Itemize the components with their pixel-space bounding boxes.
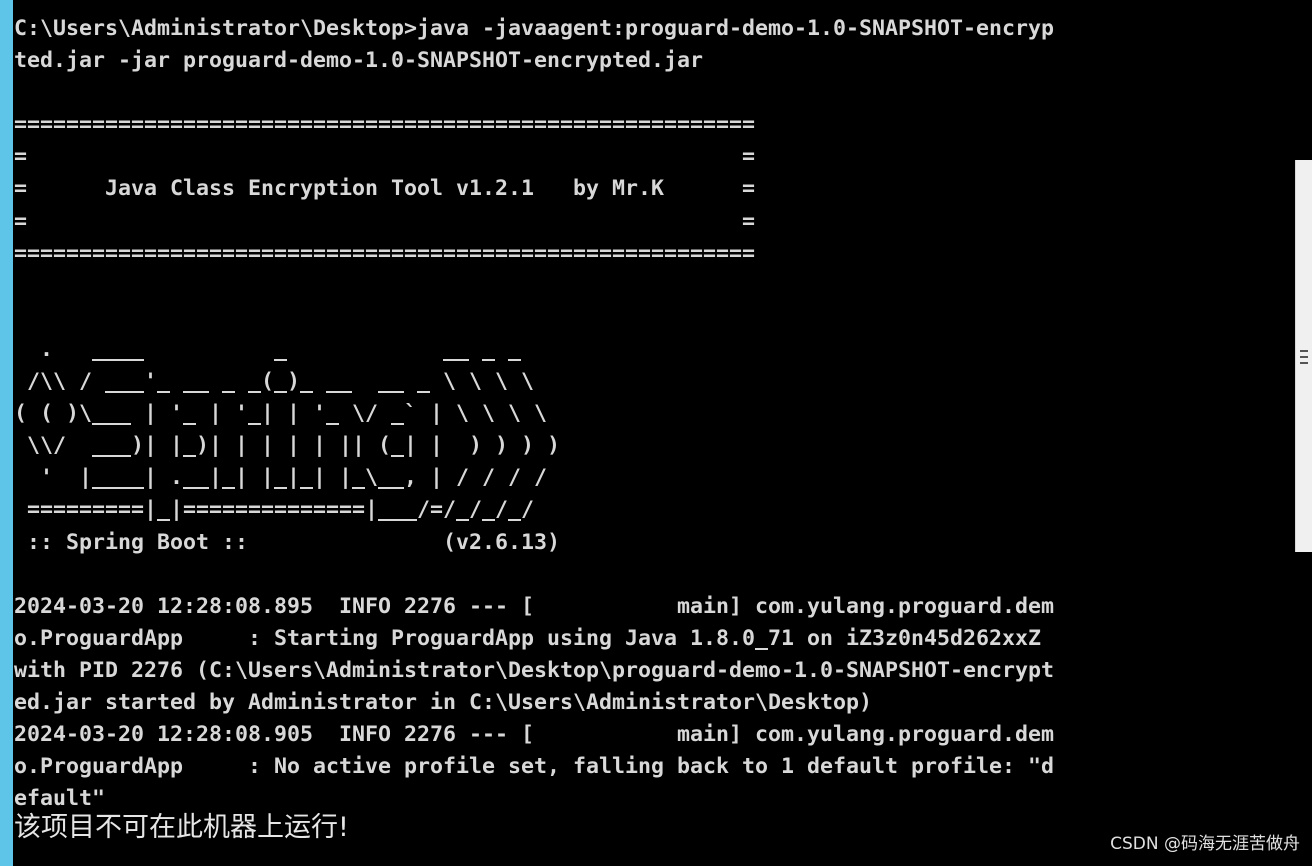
scrollbar-grip-icon[interactable] xyxy=(1300,350,1308,364)
spring-ascii-art: \\/ ___)| |_)| | | | | || (_| | ) ) ) ) xyxy=(14,433,561,459)
banner-border: = = xyxy=(14,208,756,234)
banner-border: ========================================… xyxy=(14,112,756,138)
spring-ascii-art: =========|_|==============|___/=/_/_/_/ xyxy=(14,497,535,523)
banner-border: ========================================… xyxy=(14,240,756,266)
console-output: C:\Users\Administrator\Desktop>java -jav… xyxy=(14,13,1292,815)
spring-ascii-art: /\\ / ___'_ __ _ _(_)_ __ __ _ \ \ \ \ xyxy=(14,369,535,395)
csdn-watermark: CSDN @码海无涯苦做舟 xyxy=(1110,834,1300,854)
spring-ascii-art: . ____ _ __ _ _ xyxy=(14,336,522,362)
spring-boot-version: :: Spring Boot :: (v2.6.13) xyxy=(14,529,561,555)
console-line: C:\Users\Administrator\Desktop>java -jav… xyxy=(14,16,1055,41)
spring-ascii-art: ( ( )\___ | '_ | '_| | '_ \/ _` | \ \ \ … xyxy=(14,401,548,427)
log-line: with PID 2276 (C:\Users\Administrator\De… xyxy=(14,657,1055,683)
log-line: 2024-03-20 12:28:08.905 INFO 2276 --- [ … xyxy=(14,722,1055,748)
window-left-edge xyxy=(0,0,13,866)
log-line: ed.jar started by Administrator in C:\Us… xyxy=(14,689,873,715)
error-message: 该项目不可在此机器上运行! xyxy=(14,812,349,843)
spring-ascii-art: ' |____| .__|_| |_|_| |_\__, | / / / / xyxy=(14,465,548,491)
scrollbar-track[interactable] xyxy=(1295,160,1312,552)
log-line: 2024-03-20 12:28:08.895 INFO 2276 --- [ … xyxy=(14,593,1055,619)
console-line: ted.jar -jar proguard-demo-1.0-SNAPSHOT-… xyxy=(14,48,704,74)
log-line: o.ProguardApp : Starting ProguardApp usi… xyxy=(14,625,1042,651)
banner-title: = Java Class Encryption Tool v1.2.1 by M… xyxy=(14,176,756,202)
banner-border: = = xyxy=(14,144,756,170)
log-line: o.ProguardApp : No active profile set, f… xyxy=(14,754,1055,780)
